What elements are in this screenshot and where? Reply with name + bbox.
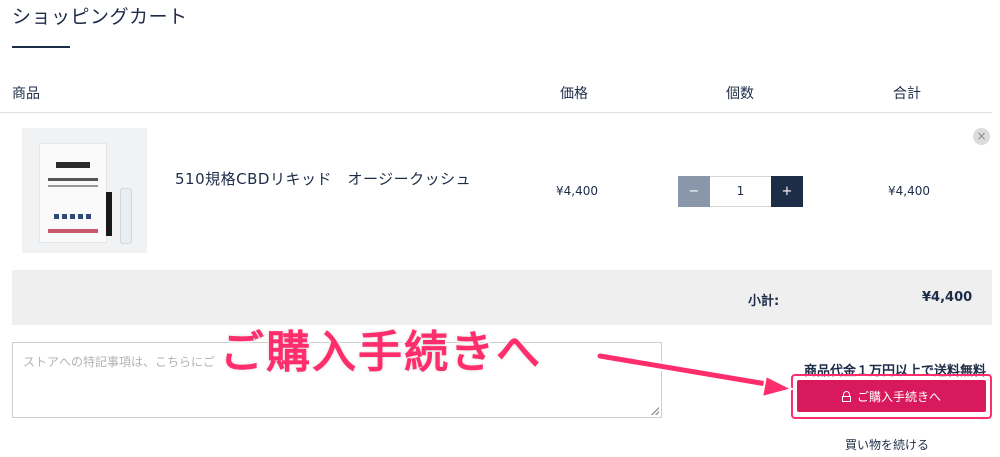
subtotal-value: ¥4,400: [922, 290, 973, 305]
quantity-stepper: − 1 +: [678, 176, 803, 207]
header-total: 合計: [893, 86, 921, 102]
notes-placeholder: ストアへの特記事項は、こちらにご: [23, 355, 215, 369]
lock-icon: [841, 391, 851, 402]
checkout-button[interactable]: ご購入手続きへ: [797, 380, 986, 412]
resize-handle[interactable]: [651, 407, 659, 415]
table-header: 商品 価格 個数 合計: [0, 80, 992, 113]
subtotal-label: 小計:: [748, 294, 780, 309]
annotation-callout: ご購入手続きへ: [219, 326, 542, 380]
product-package: [39, 143, 107, 243]
quantity-decrease-button[interactable]: −: [678, 176, 710, 207]
quantity-increase-button[interactable]: +: [771, 176, 803, 207]
brand-logo: [56, 162, 90, 168]
page-title: ショッピングカート: [12, 6, 188, 28]
continue-shopping-link[interactable]: 買い物を続ける: [845, 436, 929, 453]
header-quantity: 個数: [726, 86, 754, 102]
package-text-line: [48, 178, 98, 181]
title-underline: [12, 46, 70, 48]
header-product: 商品: [12, 86, 40, 102]
checkout-button-label: ご購入手続きへ: [856, 389, 941, 404]
remove-item-button[interactable]: ×: [973, 128, 990, 145]
product-name-link[interactable]: 510規格CBDリキッド オージークッシュ: [175, 166, 475, 192]
cartridge-clear: [120, 188, 132, 244]
header-price: 価格: [560, 86, 588, 102]
quantity-input[interactable]: 1: [710, 176, 771, 207]
package-icons: [54, 214, 92, 219]
cartridge-black: [106, 192, 112, 236]
line-total: ¥4,400: [888, 184, 930, 198]
close-icon: ×: [976, 129, 987, 143]
package-text-line: [48, 185, 98, 187]
item-price: ¥4,400: [556, 184, 598, 198]
package-strip: [48, 229, 98, 233]
product-image[interactable]: [22, 128, 147, 253]
